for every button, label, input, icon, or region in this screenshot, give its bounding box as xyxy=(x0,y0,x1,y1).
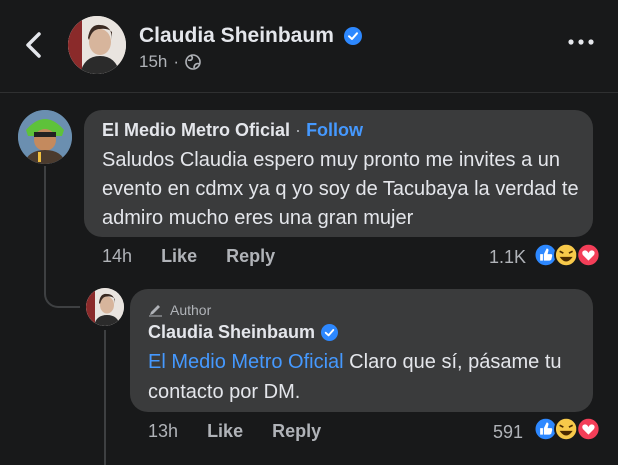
haha-reaction-icon xyxy=(554,242,579,268)
author-badge: Author xyxy=(148,302,211,318)
commenter-avatar[interactable] xyxy=(18,110,72,164)
header-divider xyxy=(0,92,618,93)
reactions-count[interactable]: 1.1K xyxy=(489,247,526,268)
like-button[interactable]: Like xyxy=(161,246,197,266)
thread-connector xyxy=(44,270,80,308)
meta-dot: · xyxy=(173,52,180,71)
reply-header: Claudia Sheinbaum xyxy=(148,322,339,343)
love-reaction-icon xyxy=(576,416,601,442)
comment-text: Saludos Claudia espero muy pronto me inv… xyxy=(102,149,579,229)
post-time[interactable]: 15h xyxy=(139,52,167,72)
reply-button[interactable]: Reply xyxy=(226,246,275,266)
comment-header: El Medio Metro Oficial · Follow xyxy=(102,120,363,141)
profile-name[interactable]: Claudia Sheinbaum xyxy=(139,24,362,48)
follow-button[interactable]: Follow xyxy=(306,120,363,140)
reply-avatar[interactable] xyxy=(86,288,124,326)
reply-text: El Medio Metro Oficial Claro que sí, pás… xyxy=(148,347,583,407)
back-icon[interactable] xyxy=(22,30,46,60)
commenter-avatar-image xyxy=(18,110,72,164)
verified-badge-icon xyxy=(343,27,362,46)
reply-avatar-image xyxy=(86,288,124,326)
commenter-name[interactable]: El Medio Metro Oficial xyxy=(102,120,290,140)
like-reaction-icon xyxy=(533,242,558,268)
profile-avatar[interactable] xyxy=(68,16,126,74)
reactions-icons[interactable] xyxy=(530,242,606,268)
reply-thread-line xyxy=(104,330,106,465)
reply-author-name[interactable]: Claudia Sheinbaum xyxy=(148,322,315,343)
verified-badge-icon xyxy=(321,324,339,341)
reply-reactions-count[interactable]: 591 xyxy=(493,422,523,443)
love-reaction-icon xyxy=(576,242,601,268)
more-options-icon[interactable] xyxy=(568,38,594,46)
reply-time[interactable]: 13h xyxy=(148,421,178,441)
globe-icon xyxy=(185,54,201,70)
reply-actions: 13h Like Reply xyxy=(148,421,321,442)
post-meta: 15h · xyxy=(139,52,201,72)
reply-reply-button[interactable]: Reply xyxy=(272,421,321,441)
profile-name-text: Claudia Sheinbaum xyxy=(139,24,334,47)
mention-link[interactable]: El Medio Metro Oficial xyxy=(148,351,344,373)
separator-dot: · xyxy=(295,120,302,140)
reply-reactions-icons[interactable] xyxy=(530,416,606,442)
comment-time[interactable]: 14h xyxy=(102,246,132,266)
author-badge-label: Author xyxy=(170,302,212,318)
avatar-image xyxy=(68,16,126,74)
like-reaction-icon xyxy=(533,416,558,442)
reply-like-button[interactable]: Like xyxy=(207,421,243,441)
haha-reaction-icon xyxy=(554,416,579,442)
comment-actions: 14h Like Reply xyxy=(102,246,275,267)
pencil-icon xyxy=(149,305,162,317)
